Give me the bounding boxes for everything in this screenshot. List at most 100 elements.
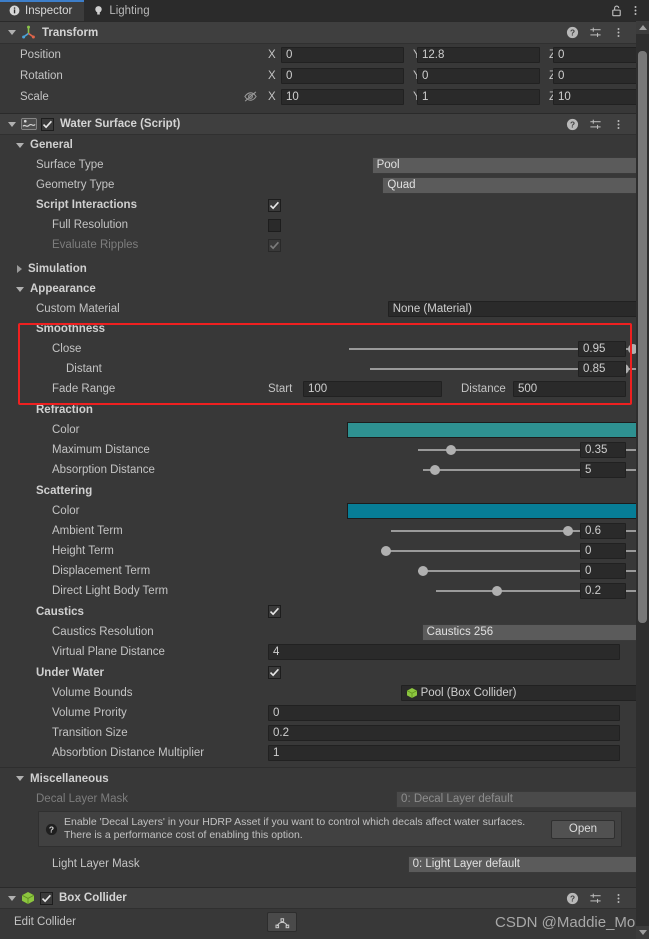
direct-light-body-term-input[interactable]: 0.2 [580,583,626,599]
full-resolution-checkbox[interactable] [268,218,281,232]
chevron-down-icon[interactable] [16,776,24,781]
preset-settings-icon[interactable] [587,116,603,132]
help-icon[interactable]: ? [564,116,580,132]
chevron-down-icon[interactable] [8,30,16,35]
slider-knob[interactable] [492,586,503,596]
volume-bounds-object-field[interactable]: Pool (Box Collider) [400,685,636,701]
chevron-down-icon[interactable] [16,142,24,148]
rotation-y-input[interactable]: 0 [417,67,540,84]
water-surface-enabled-checkbox[interactable] [41,117,54,131]
absorption-distance-input[interactable]: 5 [580,462,626,478]
box-collider-enabled-checkbox[interactable] [40,891,53,905]
row-virtual-plane-distance: Virtual Plane Distance 4 [0,642,636,662]
under-water-checkbox[interactable] [268,666,281,679]
light-layer-mask-value: 0: Light Layer default [412,858,520,870]
edit-collider-button[interactable] [267,912,297,932]
chevron-down-icon[interactable] [8,895,16,901]
svg-text:?: ? [569,28,574,38]
water-surface-component-header[interactable]: Water Surface (Script) ? [0,113,636,135]
tab-inspector[interactable]: Inspector [0,0,85,21]
preset-settings-icon[interactable] [587,890,603,906]
group-miscellaneous[interactable]: Miscellaneous [0,768,636,789]
displacement-term-input[interactable]: 0 [580,563,626,579]
check-icon [269,668,279,677]
group-general[interactable]: General [0,135,636,155]
position-y-input[interactable]: 12.8 [417,46,540,63]
slider-knob[interactable] [446,445,457,455]
row-height-term: Height Term 0 [0,541,636,561]
volume-bounds-value: Pool (Box Collider) [420,687,517,699]
height-term-input[interactable]: 0 [580,543,626,559]
chevron-right-icon[interactable] [17,265,22,273]
decal-layer-mask-label: Decal Layer Mask [36,793,129,805]
row-fade-range: Fade Range Start 100 Distance 500 [0,379,636,399]
fade-range-start-input[interactable]: 100 [303,381,442,397]
tab-lighting[interactable]: Lighting [84,0,161,21]
group-simulation[interactable]: Simulation [0,259,636,279]
absorption-multiplier-input[interactable]: 1 [268,745,620,761]
refraction-color-swatch[interactable] [347,422,636,438]
ambient-term-input[interactable]: 0.6 [580,523,626,539]
kebab-menu-icon[interactable] [610,890,626,906]
script-interactions-checkbox[interactable] [268,198,281,212]
rotation-z-input[interactable]: 0 [553,67,636,84]
volume-priority-input[interactable]: 0 [268,705,620,721]
slider-knob[interactable] [562,526,573,536]
kebab-menu-icon[interactable] [610,25,626,41]
transform-component-header[interactable]: Transform ? [0,21,636,44]
geometry-type-dropdown[interactable]: Quad [382,176,636,194]
row-light-layer-mask: Light Layer Mask 0: Light Layer default [0,854,636,874]
kebab-menu-icon[interactable] [610,116,626,132]
vertical-scrollbar[interactable] [636,21,649,939]
help-circle-icon: ? [45,823,58,836]
scale-z-input[interactable]: 10 [553,88,636,105]
caustics-checkbox[interactable] [268,605,281,618]
slider-knob[interactable] [417,566,428,576]
surface-type-dropdown[interactable]: Pool [371,156,636,174]
scrollbar-thumb[interactable] [638,51,647,623]
decal-help-box-wrap: ? Enable 'Decal Layers' in your HDRP Ass… [0,809,636,847]
smoothness-close-input[interactable]: 0.95 [578,341,626,357]
scale-y-input[interactable]: 1 [417,88,540,105]
caustics-resolution-dropdown[interactable]: Caustics 256 [421,623,636,641]
kebab-menu-icon[interactable] [627,3,643,19]
chevron-down-icon[interactable] [16,286,24,292]
slider-knob[interactable] [381,546,392,556]
custom-material-object-field[interactable]: None (Material) [387,301,636,317]
lightbulb-icon [93,5,104,16]
rotation-x-input[interactable]: 0 [281,67,404,84]
light-layer-mask-label: Light Layer Mask [52,858,140,870]
caustics-resolution-label: Caustics Resolution [52,626,154,638]
help-icon[interactable]: ? [564,890,580,906]
scroll-down-button[interactable] [636,926,649,939]
help-icon[interactable]: ? [564,25,580,41]
position-x-input[interactable]: 0 [281,46,404,63]
slider-knob[interactable] [628,344,636,354]
open-hdrp-asset-button[interactable]: Open [551,819,615,839]
axis-z-label: Z [540,49,556,61]
transition-size-input[interactable]: 0.2 [268,725,620,741]
virtual-plane-distance-input[interactable]: 4 [268,644,620,660]
light-layer-mask-dropdown[interactable]: 0: Light Layer default [407,855,636,873]
info-icon [9,5,20,16]
slider-knob[interactable] [430,465,441,475]
lock-open-icon[interactable] [608,3,624,19]
preset-settings-icon[interactable] [587,25,603,41]
box-collider-component-header[interactable]: Box Collider ? [0,887,636,909]
maximum-distance-input[interactable]: 0.35 [580,442,626,458]
scale-x-input[interactable]: 10 [281,88,404,105]
group-simulation-label: Simulation [28,263,87,275]
position-z-input[interactable]: 0 [553,46,636,63]
fade-range-start-label: Start [268,383,293,395]
smoothness-distant-input[interactable]: 0.85 [578,361,626,377]
transform-row-rotation: Rotation X 0 Y 0 Z 0 [0,65,636,86]
eye-off-icon[interactable] [243,90,259,104]
scale-fields: X 10 Y 1 Z 10 [268,88,636,105]
fade-range-distance-input[interactable]: 500 [513,381,626,397]
chevron-down-icon[interactable] [8,121,16,127]
axis-z-label: Z [540,91,556,103]
group-appearance[interactable]: Appearance [0,279,636,299]
caustics-resolution-value: Caustics 256 [426,626,494,638]
scattering-color-swatch[interactable] [347,503,636,519]
scroll-up-button[interactable] [636,21,649,34]
